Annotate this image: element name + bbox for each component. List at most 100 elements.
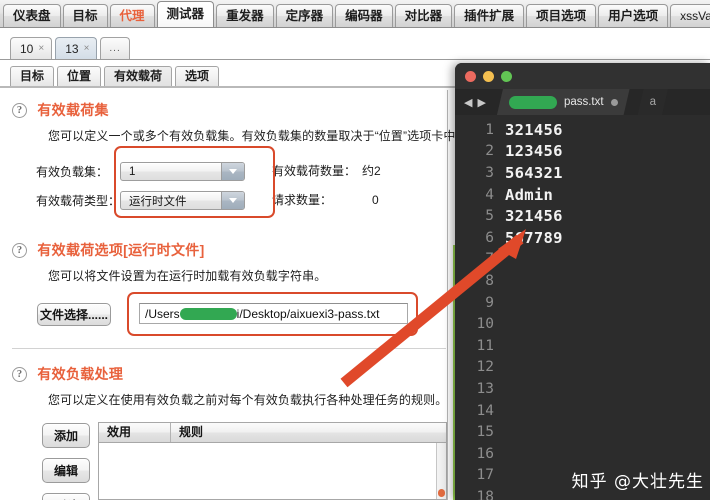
line-number: 4 — [485, 186, 494, 203]
main-tab-extender[interactable]: 插件扩展 — [454, 4, 525, 27]
section-description: 您可以将文件设置为在运行时加载有效负载字符串。 — [48, 269, 327, 283]
choose-file-button[interactable]: 文件选择...... — [37, 303, 111, 326]
help-icon[interactable]: ? — [12, 242, 27, 258]
help-icon[interactable]: ? — [12, 102, 27, 118]
main-tab-label: 目标 — [72, 9, 98, 23]
main-tab-target[interactable]: 目标 — [62, 4, 108, 27]
line-number: 17 — [476, 467, 494, 484]
nav-back-icon[interactable]: ◀ — [464, 96, 475, 109]
code-area[interactable]: 1 321456 2 123456 3 564321 4 Admin 5 321456 6… — [455, 115, 710, 500]
scrollbar-thumb[interactable] — [438, 489, 445, 497]
section-title: 有效载荷集 — [37, 102, 109, 118]
main-tab-xssvalidator[interactable]: xssValidator — [670, 4, 710, 27]
line-text: 321456 — [505, 207, 563, 226]
request-count-row: 请求数量： 0 — [272, 191, 379, 208]
close-icon[interactable]: × — [84, 39, 90, 59]
column-header-effect[interactable]: 效用 — [99, 423, 170, 442]
editor-tab-secondary[interactable]: a — [638, 89, 668, 115]
payload-type-value: 运行时文件 — [129, 195, 187, 208]
editor-tab-label: a — [649, 96, 656, 108]
minimize-window-icon[interactable] — [483, 71, 494, 82]
text-editor-window: ◀ ▶ pass.txt a 1 321456 2 123456 3 564321 4A… — [455, 63, 710, 500]
payload-count-label: 有效载荷数量： — [272, 164, 357, 178]
main-tab-repeater[interactable]: 重发器 — [216, 4, 274, 27]
line-number: 3 — [485, 164, 494, 181]
add-rule-button[interactable]: 添加 — [42, 423, 90, 448]
payload-count-value: 约2 — [362, 164, 381, 178]
main-tab-decoder[interactable]: 编码器 — [335, 4, 393, 27]
main-tab-label: 插件扩展 — [464, 9, 515, 23]
line-number: 11 — [476, 337, 494, 354]
code-line: 11 — [455, 335, 710, 357]
payload-type-select[interactable]: 运行时文件 — [120, 191, 245, 210]
delete-rule-button[interactable]: 删除 — [42, 493, 90, 500]
main-tab-sequencer[interactable]: 定序器 — [275, 4, 334, 27]
main-tab-user-options[interactable]: 用户选项 — [598, 4, 669, 27]
tab-label: 位置 — [67, 69, 92, 83]
editor-tab-label: pass.txt — [563, 96, 604, 108]
zoom-window-icon[interactable] — [501, 71, 512, 82]
payload-set-select[interactable]: 1 — [120, 162, 245, 181]
payload-count-row: 有效载荷数量： 约2 — [272, 162, 381, 179]
code-line: 1 321456 — [455, 119, 710, 141]
main-tab-label: 重发器 — [226, 9, 264, 23]
line-number: 12 — [476, 359, 494, 376]
main-tab-label: 对比器 — [404, 9, 443, 23]
redaction-block — [179, 307, 237, 320]
attack-tab-overflow-button[interactable]: ... — [100, 37, 130, 59]
line-number: 2 — [485, 143, 494, 160]
section-title: 有效载荷选项[运行时文件] — [37, 242, 205, 258]
file-path-field[interactable]: /Users i/Desktop/aixuexi3-pass.txt — [139, 303, 408, 324]
line-number: 10 — [476, 316, 494, 333]
help-icon[interactable]: ? — [12, 366, 27, 382]
panel-edge — [447, 90, 448, 500]
request-count-value: 0 — [372, 192, 379, 207]
redaction-block — [509, 96, 557, 109]
tab-target[interactable]: 目标 — [10, 66, 55, 86]
edit-rule-button[interactable]: 编辑 — [42, 458, 90, 483]
nav-arrows[interactable]: ◀ ▶ — [455, 96, 489, 109]
line-number: 6 — [485, 229, 494, 246]
attack-tab-13[interactable]: 13 × — [55, 37, 98, 59]
tab-positions[interactable]: 位置 — [57, 66, 102, 86]
main-tab-project-options[interactable]: 项目选项 — [526, 4, 597, 27]
chevron-down-icon[interactable] — [221, 192, 244, 209]
line-text: 567789 — [505, 228, 563, 247]
main-tab-proxy[interactable]: 代理 — [109, 4, 155, 27]
line-number: 15 — [476, 424, 494, 441]
attack-tab-bar: 10 × 13 × ... — [0, 28, 710, 60]
close-icon[interactable]: × — [38, 39, 44, 59]
tab-payloads[interactable]: 有效载荷 — [104, 66, 173, 86]
request-count-label: 请求数量： — [272, 193, 333, 207]
section-description: 您可以定义一个或多个有效负载集。有效负载集的数量取决于“位置”选项卡中定义的攻 — [48, 129, 504, 143]
section-payload-processing: ? 有效负载处理 您可以定义在使用有效负载之前对每个有效负载执行各种处理任务的规… — [12, 364, 447, 408]
main-tab-intruder[interactable]: 测试器 — [156, 1, 215, 27]
editor-tab-pass-txt[interactable]: pass.txt — [497, 89, 630, 115]
line-number: 13 — [476, 380, 494, 397]
section-title: 有效负载处理 — [37, 366, 124, 382]
window-title-bar[interactable] — [455, 63, 710, 89]
nav-forward-icon[interactable]: ▶ — [477, 96, 488, 109]
tab-options[interactable]: 选项 — [175, 66, 220, 86]
close-window-icon[interactable] — [465, 71, 476, 82]
table-scrollbar[interactable] — [436, 443, 446, 499]
main-tab-comparer[interactable]: 对比器 — [394, 4, 453, 27]
line-number: 9 — [485, 294, 494, 311]
line-text: 564321 — [505, 163, 563, 182]
chevron-down-icon[interactable] — [221, 163, 244, 180]
code-line: 14 — [455, 400, 710, 422]
column-header-rule[interactable]: 规则 — [170, 423, 446, 442]
attack-tab-10[interactable]: 10 × — [10, 37, 53, 59]
edit-rule-label: 编辑 — [53, 464, 78, 478]
payload-set-label: 有效负载集： — [36, 165, 109, 179]
payload-set-row: 有效负载集： 1 — [36, 162, 245, 181]
watermark: 知乎 @大壮先生 — [571, 472, 704, 492]
code-line: 9 — [455, 292, 710, 314]
main-tab-dashboard[interactable]: 仪表盘 — [3, 4, 61, 27]
code-line: 6 567789 — [455, 227, 710, 249]
main-tab-label: xssValidator — [680, 9, 710, 23]
code-line: 13 — [455, 378, 710, 400]
section-payload-sets: ? 有效载荷集 您可以定义一个或多个有效负载集。有效负载集的数量取决于“位置”选… — [12, 100, 504, 144]
main-tab-label: 仪表盘 — [13, 9, 51, 23]
line-number: 16 — [476, 445, 494, 462]
